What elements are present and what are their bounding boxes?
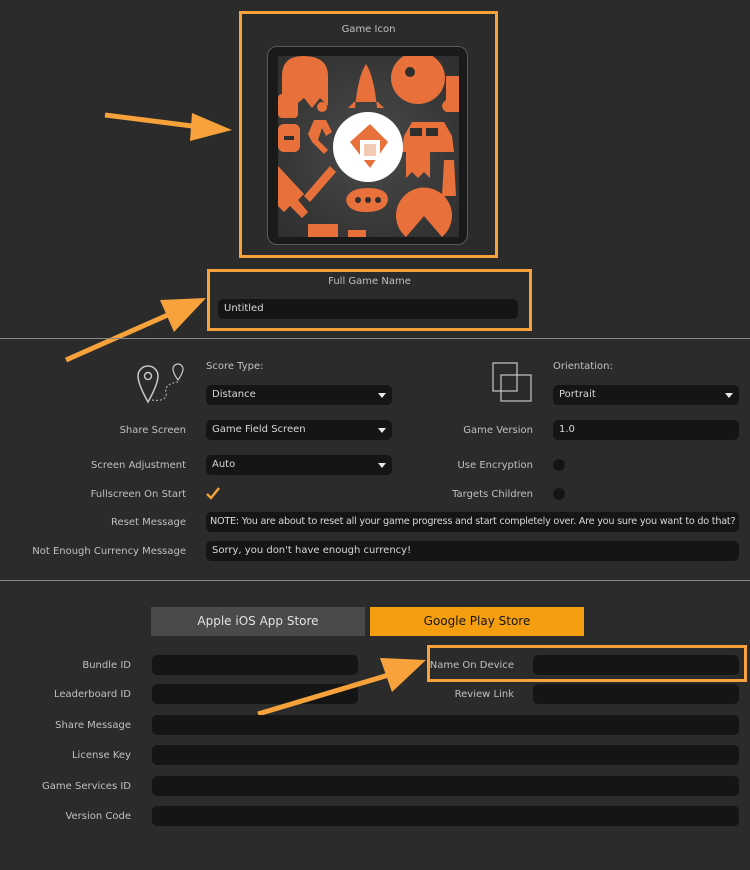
annotation-arrow-1: [104, 112, 232, 141]
score-type-label: Score Type:: [206, 361, 264, 372]
game-version-label: Game Version: [463, 425, 533, 436]
lighthouse-icon: [442, 160, 456, 196]
game-version-input[interactable]: 1.0: [553, 420, 739, 440]
game-icon-title: Game Icon: [341, 24, 396, 35]
share-screen-label: Share Screen: [119, 425, 186, 436]
version-code-input[interactable]: [152, 806, 739, 826]
game-name-label: Full Game Name: [328, 276, 411, 287]
orientation-label: Orientation:: [553, 361, 613, 372]
review-link-input[interactable]: [533, 684, 739, 704]
orientation-select[interactable]: Portrait: [553, 385, 739, 405]
orientation-icon: [492, 362, 532, 402]
license-key-label: License Key: [71, 750, 131, 761]
leaderboard-id-label: Leaderboard ID: [54, 689, 131, 700]
score-type-select[interactable]: Distance: [206, 385, 392, 405]
screen-adjustment-label: Screen Adjustment: [91, 460, 186, 471]
review-link-label: Review Link: [454, 689, 514, 700]
targets-children-toggle[interactable]: [553, 488, 565, 500]
bundle-id-label: Bundle ID: [82, 660, 131, 671]
divider-bottom: [0, 580, 750, 581]
not-enough-currency-input[interactable]: Sorry, you don't have enough currency!: [206, 541, 739, 561]
share-screen-select[interactable]: Game Field Screen: [206, 420, 392, 440]
name-on-device-input[interactable]: [533, 655, 739, 675]
targets-children-label: Targets Children: [452, 489, 533, 500]
share-message-input[interactable]: [152, 715, 739, 735]
not-enough-currency-label: Not Enough Currency Message: [32, 546, 186, 557]
fullscreen-checkmark-icon[interactable]: [206, 487, 220, 500]
use-encryption-label: Use Encryption: [457, 460, 533, 471]
screen-adjustment-select[interactable]: Auto: [206, 455, 392, 475]
tab-apple-ios-app-store[interactable]: Apple iOS App Store: [151, 607, 365, 636]
game-icon-frame[interactable]: [267, 46, 468, 245]
reset-message-input[interactable]: NOTE: You are about to reset all your ga…: [206, 512, 739, 532]
annotation-arrow-3: [257, 658, 426, 717]
use-encryption-toggle[interactable]: [553, 459, 565, 471]
reset-message-label: Reset Message: [111, 517, 186, 528]
game-services-id-label: Game Services ID: [42, 781, 131, 792]
tab-google-play-store[interactable]: Google Play Store: [370, 607, 584, 636]
game-icon-image: [278, 56, 459, 237]
name-on-device-label: Name On Device: [429, 660, 514, 671]
game-name-input[interactable]: Untitled: [218, 299, 518, 319]
share-message-label: Share Message: [55, 720, 131, 731]
ghost-small-icon: [406, 144, 430, 178]
location-pin-icon: [137, 363, 184, 404]
game-services-id-input[interactable]: [152, 776, 739, 796]
version-code-label: Version Code: [65, 811, 131, 822]
annotation-arrow-2: [64, 298, 206, 363]
fullscreen-on-start-label: Fullscreen On Start: [90, 489, 186, 500]
divider-top: [0, 338, 750, 339]
license-key-input[interactable]: [152, 745, 739, 765]
